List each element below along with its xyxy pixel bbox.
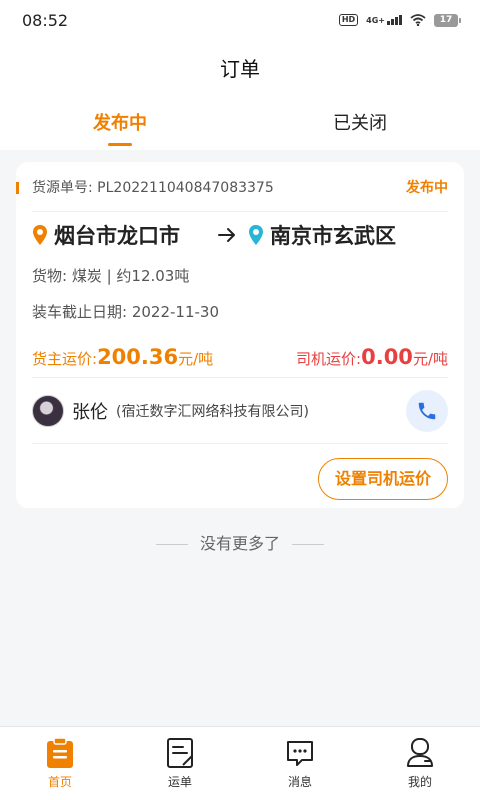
cargo-info: 货物: 煤炭 | 约12.03吨 xyxy=(32,267,190,285)
driver-price-value: 0.00 xyxy=(361,345,413,369)
nav-label: 首页 xyxy=(47,775,72,789)
network-type: 4G+ xyxy=(366,16,385,25)
driver-company: (宿迁数字汇网络科技有限公司) xyxy=(116,403,309,420)
order-card[interactable]: 货源单号: PL202211040847083375 发布中 烟台市龙口市 南京… xyxy=(16,162,464,508)
order-number-label: 货源单号: xyxy=(32,179,93,196)
nav-item-profile[interactable]: 我的 xyxy=(360,727,480,800)
waybill-icon xyxy=(167,738,193,768)
tab-closed[interactable]: 已关闭 xyxy=(240,98,480,150)
call-button[interactable] xyxy=(406,390,448,432)
status-bar: 08:52 HD 4G+ 17 xyxy=(0,0,480,40)
driver-price: 司机运价:0.00元/吨 xyxy=(296,345,448,369)
owner-price-value: 200.36 xyxy=(97,345,179,369)
phone-icon xyxy=(418,402,436,420)
nav-label: 运单 xyxy=(167,775,192,789)
wifi-icon xyxy=(410,14,426,26)
nav-item-messages[interactable]: 消息 xyxy=(240,727,360,800)
profile-icon xyxy=(407,738,433,767)
destination-city: 南京市玄武区 xyxy=(270,224,396,248)
status-time: 08:52 xyxy=(22,10,69,30)
card-actions: 设置司机运价 xyxy=(32,444,448,514)
bottom-nav: 首页 运单 消息 我的 xyxy=(0,726,480,800)
owner-price-unit: 元/吨 xyxy=(178,350,214,368)
loading-deadline: 装车截止日期: 2022-11-30 xyxy=(32,303,219,321)
tab-active-indicator xyxy=(108,143,132,146)
order-number: 货源单号: PL202211040847083375 xyxy=(32,177,274,197)
tab-label: 已关闭 xyxy=(333,113,387,134)
nav-label: 消息 xyxy=(287,775,312,789)
divider-right xyxy=(292,544,324,545)
header-accent-mark xyxy=(16,182,19,194)
owner-price: 货主运价:200.36元/吨 xyxy=(32,345,213,369)
driver-row: 张伦 (宿迁数字汇网络科技有限公司) xyxy=(32,378,448,444)
signal-icon: 4G+ xyxy=(366,15,402,25)
origin-pin-icon xyxy=(33,225,47,245)
page-title: 订单 xyxy=(220,57,260,81)
arrow-right-icon xyxy=(218,228,235,242)
avatar xyxy=(32,394,64,427)
nav-label: 我的 xyxy=(407,775,432,789)
order-status: 发布中 xyxy=(406,179,448,196)
home-clipboard-icon xyxy=(47,737,73,768)
origin-city: 烟台市龙口市 xyxy=(54,224,180,248)
hd-icon: HD xyxy=(338,14,359,26)
driver-price-unit: 元/吨 xyxy=(412,350,448,368)
no-more-text: 没有更多了 xyxy=(199,534,280,553)
status-icons: HD 4G+ 17 xyxy=(338,13,461,27)
driver-name: 张伦 xyxy=(72,401,108,423)
title-bar: 订单 xyxy=(0,40,480,98)
divider-left xyxy=(155,544,188,545)
nav-item-waybill[interactable]: 运单 xyxy=(120,727,240,800)
route: 烟台市龙口市 南京市玄武区 xyxy=(32,212,448,258)
tab-publishing[interactable]: 发布中 xyxy=(0,98,240,150)
order-tabs: 发布中 已关闭 xyxy=(0,98,480,150)
tab-label: 发布中 xyxy=(93,113,147,134)
price-row: 货主运价:200.36元/吨 司机运价:0.00元/吨 xyxy=(32,330,448,378)
owner-price-label: 货主运价: xyxy=(32,350,98,368)
message-icon xyxy=(287,741,313,766)
order-number-value: PL202211040847083375 xyxy=(97,179,274,196)
battery-icon: 17 xyxy=(434,13,461,27)
set-driver-price-button[interactable]: 设置司机运价 xyxy=(317,458,448,500)
no-more-indicator: 没有更多了 xyxy=(0,530,480,554)
destination-pin-icon xyxy=(249,225,263,245)
driver-price-label: 司机运价: xyxy=(296,350,362,368)
nav-item-home[interactable]: 首页 xyxy=(0,727,120,800)
order-card-header: 货源单号: PL202211040847083375 发布中 xyxy=(16,162,448,212)
